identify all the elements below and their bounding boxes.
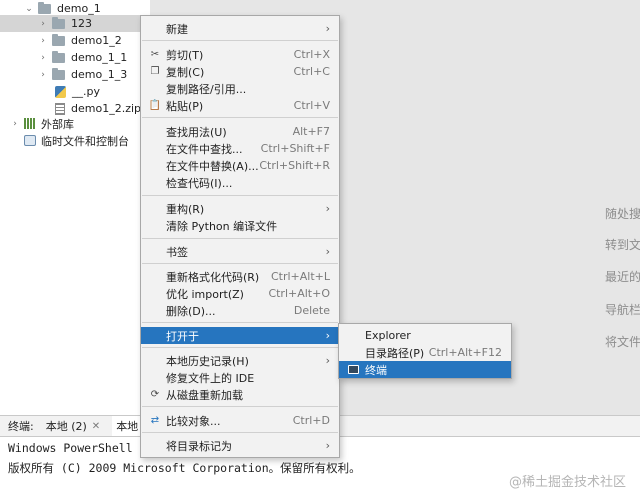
menu-separator bbox=[142, 195, 338, 196]
tree-item-label: demo_1_1 bbox=[71, 51, 128, 64]
submenu-item-terminal[interactable]: 终端 bbox=[339, 361, 511, 378]
submenu-item-explorer[interactable]: Explorer bbox=[339, 327, 511, 344]
reload-icon: ⟳ bbox=[150, 389, 160, 400]
tree-item-label: demo1_2 bbox=[71, 34, 122, 47]
tree-item-label: 123 bbox=[71, 17, 92, 30]
menu-item-refactor[interactable]: 重构(R) › bbox=[141, 200, 339, 217]
tree-item-label: 临时文件和控制台 bbox=[41, 134, 129, 148]
tree-item-demo-1-3[interactable]: › demo_1_3 bbox=[0, 66, 150, 83]
chevron-down-icon[interactable]: ⌄ bbox=[24, 4, 34, 14]
paste-icon: 📋 bbox=[148, 100, 162, 111]
library-icon bbox=[24, 118, 36, 129]
menu-item-copy-path[interactable]: 复制路径/引用... bbox=[141, 80, 339, 97]
menu-item-delete[interactable]: 删除(D)... Delete bbox=[141, 302, 339, 319]
menu-separator bbox=[142, 238, 338, 239]
menu-item-new[interactable]: 新建 › bbox=[141, 20, 339, 37]
menu-item-inspect-code[interactable]: 检查代码(I)... bbox=[141, 174, 339, 191]
menu-item-cut[interactable]: ✂ 剪切(T) Ctrl+X bbox=[141, 46, 339, 63]
editor-hint: 导航栏 bbox=[605, 303, 640, 317]
chevron-right-icon: › bbox=[325, 202, 330, 215]
tab-local-2[interactable]: 本地 (2) ✕ bbox=[46, 418, 100, 434]
menu-item-copy[interactable]: ❐ 复制(C) Ctrl+C bbox=[141, 63, 339, 80]
tree-item-external-libraries[interactable]: › 外部库 bbox=[0, 115, 150, 132]
menu-separator bbox=[142, 40, 338, 41]
menu-item-compare-with[interactable]: ⇄ 比较对象... Ctrl+D bbox=[141, 412, 339, 429]
menu-item-bookmarks[interactable]: 书签 › bbox=[141, 243, 339, 260]
terminal-icon bbox=[347, 364, 359, 376]
terminal-tool-label: 终端: bbox=[8, 420, 34, 433]
python-file-icon bbox=[55, 85, 66, 98]
chevron-right-icon: › bbox=[325, 439, 330, 452]
tree-item-label: demo1_2.zip bbox=[71, 102, 142, 115]
tab-label: 本地 bbox=[116, 420, 139, 433]
menu-item-replace-in-files[interactable]: 在文件中替换(A)... Ctrl+Shift+R bbox=[141, 157, 339, 174]
menu-item-local-history[interactable]: 本地历史记录(H) › bbox=[141, 352, 339, 369]
menu-item-find-usages[interactable]: 查找用法(U) Alt+F7 bbox=[141, 123, 339, 140]
submenu-item-directory-path[interactable]: 目录路径(P) Ctrl+Alt+F12 bbox=[339, 344, 511, 361]
menu-item-clean-python-compiled[interactable]: 清除 Python 编译文件 bbox=[141, 217, 339, 234]
folder-icon bbox=[52, 16, 65, 29]
tree-item-demo1-2[interactable]: › demo1_2 bbox=[0, 32, 150, 49]
tree-item-py-file[interactable]: __.py bbox=[0, 83, 150, 100]
chevron-right-icon[interactable]: › bbox=[10, 119, 20, 129]
chevron-right-icon: › bbox=[325, 329, 330, 342]
editor-hint: 随处搜 bbox=[605, 207, 640, 221]
context-menu: 新建 › ✂ 剪切(T) Ctrl+X ❐ 复制(C) Ctrl+C 复制路径/… bbox=[140, 15, 340, 458]
chevron-right-icon[interactable]: › bbox=[38, 70, 48, 80]
editor-hint: 将文件 bbox=[605, 335, 640, 349]
folder-icon bbox=[38, 1, 51, 14]
menu-separator bbox=[142, 432, 338, 433]
close-icon[interactable]: ✕ bbox=[92, 421, 100, 432]
tree-item-scratches[interactable]: 临时文件和控制台 bbox=[0, 132, 150, 149]
project-tree: ⌄ demo_1 › 123 › demo1_2 › demo_1_1 › de… bbox=[0, 0, 150, 415]
menu-item-reload-from-disk[interactable]: ⟳ 从磁盘重新加载 bbox=[141, 386, 339, 403]
tree-item-label: demo_1_3 bbox=[71, 68, 128, 81]
editor-hint: 最近的 bbox=[605, 270, 640, 284]
copy-icon: ❐ bbox=[150, 66, 160, 77]
menu-separator bbox=[142, 347, 338, 348]
folder-icon bbox=[52, 67, 65, 80]
menu-separator bbox=[142, 117, 338, 118]
watermark: @稀土掘金技术社区 bbox=[508, 475, 626, 490]
tab-label: 本地 (2) bbox=[45, 420, 87, 433]
folder-icon bbox=[52, 33, 65, 46]
menu-item-mark-directory-as[interactable]: 将目录标记为 › bbox=[141, 437, 339, 454]
chevron-right-icon: › bbox=[325, 354, 330, 367]
menu-separator bbox=[142, 406, 338, 407]
menu-item-find-in-files[interactable]: 在文件中查找... Ctrl+Shift+F bbox=[141, 140, 339, 157]
menu-separator bbox=[142, 322, 338, 323]
menu-item-optimize-imports[interactable]: 优化 import(Z) Ctrl+Alt+O bbox=[141, 285, 339, 302]
chevron-right-icon[interactable]: › bbox=[38, 19, 48, 29]
menu-item-repair-ide[interactable]: 修复文件上的 IDE bbox=[141, 369, 339, 386]
tree-item-label: 外部库 bbox=[41, 117, 74, 131]
tree-item-123[interactable]: › 123 bbox=[0, 15, 150, 32]
tree-item-demo-1-1[interactable]: › demo_1_1 bbox=[0, 49, 150, 66]
folder-icon bbox=[52, 50, 65, 63]
chevron-right-icon: › bbox=[325, 245, 330, 258]
menu-separator bbox=[142, 263, 338, 264]
chevron-right-icon[interactable]: › bbox=[38, 36, 48, 46]
open-in-submenu: Explorer 目录路径(P) Ctrl+Alt+F12 终端 bbox=[338, 323, 512, 379]
menu-item-reformat-code[interactable]: 重新格式化代码(R) Ctrl+Alt+L bbox=[141, 268, 339, 285]
tab-local[interactable]: 本地 bbox=[112, 416, 143, 436]
tree-item-label: demo_1 bbox=[57, 2, 101, 15]
chevron-right-icon: › bbox=[325, 22, 330, 35]
scissors-icon: ✂ bbox=[150, 49, 160, 60]
menu-item-open-in[interactable]: 打开于 › bbox=[141, 327, 339, 344]
compare-icon: ⇄ bbox=[150, 415, 160, 426]
chevron-right-icon[interactable]: › bbox=[38, 53, 48, 63]
tree-item-label: __.py bbox=[72, 85, 100, 98]
editor-hint: 转到文 bbox=[605, 238, 640, 252]
zip-file-icon bbox=[55, 102, 65, 115]
menu-item-paste[interactable]: 📋 粘贴(P) Ctrl+V bbox=[141, 97, 339, 114]
scratch-console-icon bbox=[24, 135, 36, 146]
